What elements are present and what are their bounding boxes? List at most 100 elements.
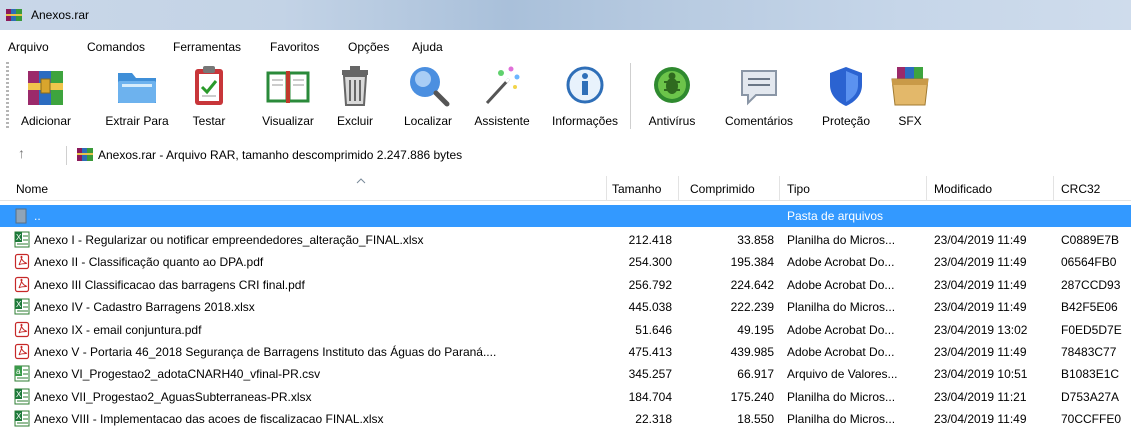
delete-button[interactable]: Excluir [332, 63, 378, 131]
menu-ajuda[interactable]: Ajuda [412, 40, 443, 54]
file-size: 445.038 [628, 300, 672, 314]
file-name: Anexo VII_Progestao2_AguasSubterraneas-P… [34, 390, 312, 404]
svg-text:X: X [16, 412, 22, 421]
open-book-icon [266, 71, 310, 103]
protection-button[interactable]: Proteção [813, 63, 879, 131]
pdf-file-icon [14, 343, 30, 360]
file-type: Planilha do Micros... [787, 233, 896, 247]
file-name: Anexo III Classificacao das barragens CR… [34, 278, 305, 292]
file-name: Anexo VIII - Implementacao das acoes de … [34, 412, 384, 426]
file-crc: F0ED5D7E [1061, 323, 1122, 337]
clipboard-check-icon [195, 66, 223, 105]
file-modified: 23/04/2019 11:49 [934, 255, 1027, 269]
file-type: Adobe Acrobat Do... [787, 278, 895, 292]
column-header-size[interactable]: Tamanho [612, 182, 661, 196]
toolbar-separator [630, 63, 631, 129]
wizard-button[interactable]: Assistente [466, 63, 538, 131]
file-packed-size: 224.642 [730, 278, 774, 292]
file-size: 212.418 [628, 233, 672, 247]
sort-up-icon [356, 178, 366, 184]
column-header-crc[interactable]: CRC32 [1061, 182, 1100, 196]
antivirus-button[interactable]: Antivírus [636, 63, 708, 131]
file-crc: 78483C77 [1061, 345, 1117, 359]
excel-file-icon: X [14, 231, 30, 248]
trash-icon [342, 66, 368, 106]
menu-opcoes[interactable]: Opções [348, 40, 389, 54]
folder-up-icon [15, 208, 27, 224]
file-crc: B1083E1C [1061, 367, 1120, 381]
svg-text:X: X [16, 300, 22, 309]
file-row[interactable]: X Anexo IV - Cadastro Barragens 2018.xlsx… [0, 296, 1131, 318]
file-crc: B42F5E06 [1061, 300, 1118, 314]
column-header-type[interactable]: Tipo [787, 182, 810, 196]
file-row[interactable]: Anexo V - Portaria 46_2018 Segurança de … [0, 341, 1131, 363]
file-modified: 23/04/2019 10:51 [934, 367, 1028, 381]
excel-file-icon: X [14, 298, 30, 315]
file-crc: 06564FB0 [1061, 255, 1117, 269]
svg-text:X: X [16, 233, 22, 242]
file-packed-size: 175.240 [730, 390, 774, 404]
file-crc: 70CCFFE0 [1061, 412, 1122, 426]
column-header-packed[interactable]: Comprimido [690, 182, 755, 196]
test-button[interactable]: Testar [184, 63, 234, 131]
menu-ferramentas[interactable]: Ferramentas [173, 40, 241, 54]
archive-path[interactable]: Anexos.rar - Arquivo RAR, tamanho descom… [98, 148, 462, 162]
file-packed-size: 66.917 [737, 367, 774, 381]
file-modified: 23/04/2019 11:49 [934, 412, 1027, 426]
extract-to-button[interactable]: Extrair Para [99, 63, 175, 131]
file-packed-size: 195.384 [730, 255, 774, 269]
file-size: 254.300 [628, 255, 672, 269]
file-type: Arquivo de Valores... [787, 367, 898, 381]
file-crc: C0889E7B [1061, 233, 1120, 247]
file-row[interactable]: Anexo III Classificacao das barragens CR… [0, 274, 1131, 296]
parent-folder-row[interactable]: .. Pasta de arquivos [0, 205, 1131, 227]
file-packed-size: 33.858 [737, 233, 774, 247]
folder-extract-icon [118, 73, 156, 103]
file-type: Adobe Acrobat Do... [787, 345, 895, 359]
file-row[interactable]: X Anexo VIII - Implementacao das acoes de… [0, 408, 1131, 430]
file-row[interactable]: X Anexo VII_Progestao2_AguasSubterraneas-… [0, 386, 1131, 408]
comments-button[interactable]: Comentários [716, 63, 802, 131]
info-icon [566, 66, 604, 104]
file-size: 256.792 [628, 278, 672, 292]
column-header-row: Nome Tamanho Comprimido Tipo Modificado … [0, 176, 1131, 201]
file-type: Adobe Acrobat Do... [787, 323, 895, 337]
menu-comandos[interactable]: Comandos [87, 40, 145, 54]
menu-favoritos[interactable]: Favoritos [270, 40, 319, 54]
file-packed-size: 18.550 [737, 412, 774, 426]
view-button[interactable]: Visualizar [252, 63, 324, 131]
file-row[interactable]: Anexo II - Classificação quanto ao DPA.p… [0, 251, 1131, 273]
toolbar-grip[interactable] [6, 62, 9, 130]
comment-icon [741, 70, 777, 106]
find-button[interactable]: Localizar [394, 63, 462, 131]
file-type: Planilha do Micros... [787, 412, 896, 426]
info-button[interactable]: Informações [543, 63, 627, 131]
file-type: Planilha do Micros... [787, 300, 896, 314]
file-size: 184.704 [628, 390, 672, 404]
menu-arquivo[interactable]: Arquivo [8, 40, 49, 54]
file-packed-size: 439.985 [730, 345, 774, 359]
sfx-button[interactable]: SFX [885, 63, 935, 131]
file-type: Adobe Acrobat Do... [787, 255, 895, 269]
rar-archive-icon [77, 148, 93, 161]
svg-text:X: X [16, 390, 22, 399]
column-header-name[interactable]: Nome [16, 182, 48, 196]
pdf-file-icon [14, 253, 30, 270]
file-modified: 23/04/2019 13:02 [934, 323, 1028, 337]
file-modified: 23/04/2019 11:21 [934, 390, 1027, 404]
file-modified: 23/04/2019 11:49 [934, 278, 1027, 292]
archive-books-icon [28, 71, 63, 105]
file-name: Anexo IV - Cadastro Barragens 2018.xlsx [34, 300, 255, 314]
title-bar: Anexos.rar [0, 0, 1131, 30]
file-row[interactable]: Anexo IX - email conjuntura.pdf 51.646 49.… [0, 319, 1131, 341]
column-header-modified[interactable]: Modificado [934, 182, 992, 196]
add-button[interactable]: Adicionar [12, 63, 80, 131]
file-row[interactable]: a Anexo VI_Progestao2_adotaCNARH40_vfinal… [0, 363, 1131, 385]
shield-icon [830, 67, 862, 106]
up-arrow-icon[interactable]: ↑ [18, 145, 25, 161]
file-modified: 23/04/2019 11:49 [934, 345, 1027, 359]
file-row[interactable]: X Anexo I - Regularizar ou notificar empr… [0, 229, 1131, 251]
file-crc: D753A27A [1061, 390, 1120, 404]
magic-wand-icon [485, 66, 520, 105]
file-size: 475.413 [628, 345, 672, 359]
